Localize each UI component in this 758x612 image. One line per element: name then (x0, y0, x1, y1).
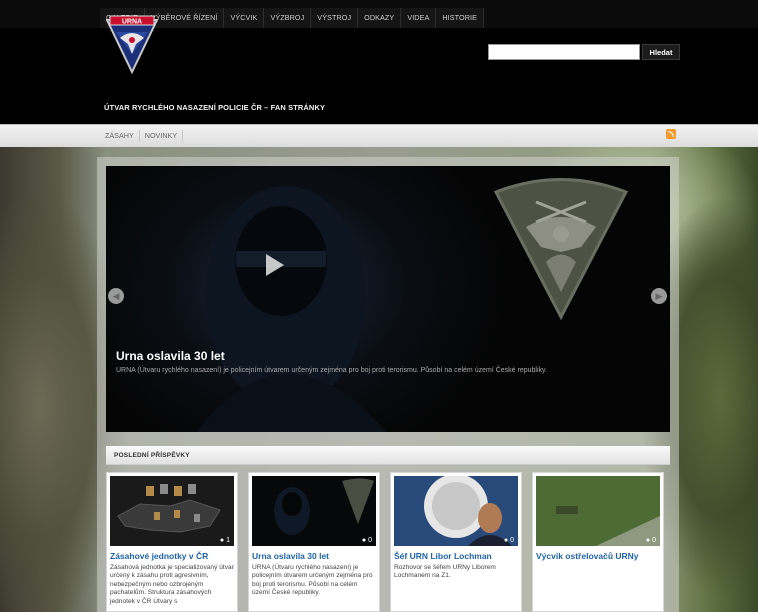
post-card[interactable]: ● 1 Zásahové jednotky v ČR Zásahová jedn… (106, 472, 238, 612)
slider-next-button[interactable]: ▶ (651, 288, 667, 304)
nav-zasahy[interactable]: ZÁSAHY (100, 130, 140, 142)
post-card[interactable]: ● 0 Šéf URN Libor Lochman Rozhovor se šé… (390, 472, 522, 612)
post-excerpt: Rozhovor se šéfem URNy Liborem Lochmanem… (394, 564, 496, 580)
map-thumbnail-image (117, 484, 221, 533)
post-card[interactable]: ● 0 Urna oslavila 30 let URNA (Útvaru ry… (248, 472, 380, 612)
secondary-navigation: ZÁSAHY NOVINKY (100, 130, 184, 142)
slide-title[interactable]: Urna oslavila 30 let (116, 349, 225, 363)
post-thumbnail[interactable]: ● 0 (536, 476, 660, 546)
search-input[interactable] (488, 44, 640, 60)
chevron-left-icon: ◀ (112, 291, 120, 301)
post-excerpt: URNA (Útvaru rychlého nasazení) je polic… (252, 564, 373, 597)
sniper-thumbnail-image (536, 476, 660, 546)
comment-count: ● 0 (503, 537, 514, 544)
post-card[interactable]: ● 0 Výcvik ostřelovačů URNy (532, 472, 664, 612)
post-thumbnail[interactable]: ● 1 (110, 476, 234, 546)
chevron-right-icon: ▶ (655, 291, 663, 301)
site-title[interactable]: ÚTVAR RYCHLÉHO NASAZENÍ POLICIE ČR – FAN… (104, 103, 325, 112)
rss-icon[interactable] (666, 129, 676, 139)
comment-count: ● 0 (361, 537, 372, 544)
play-icon[interactable] (266, 254, 284, 276)
post-title[interactable]: Šéf URN Libor Lochman (394, 551, 520, 561)
latest-posts-title: POSLEDNÍ PŘÍSPĚVKY (114, 452, 190, 459)
slide-excerpt: URNA (Útvaru rychlého nasazení) je polic… (116, 367, 547, 374)
comment-count: ● 1 (219, 537, 230, 544)
post-title[interactable]: Výcvik ostřelovačů URNy (536, 551, 662, 561)
portrait-thumbnail-image (424, 476, 512, 546)
urna-patch-icon (493, 178, 629, 321)
latest-posts-header: POSLEDNÍ PŘÍSPĚVKY (106, 446, 670, 465)
post-title[interactable]: Urna oslavila 30 let (252, 551, 378, 561)
logo-text: URNA (122, 19, 142, 26)
nav-novinky[interactable]: NOVINKY (140, 130, 184, 142)
post-title[interactable]: Zásahové jednotky v ČR (110, 551, 236, 561)
post-excerpt: Zásahová jednotka je specializovaný útva… (110, 564, 234, 605)
slider-thumbnail-image (274, 478, 374, 535)
post-thumbnail[interactable]: ● 0 (252, 476, 376, 546)
post-thumbnail[interactable]: ● 0 (394, 476, 518, 546)
search-button[interactable]: Hledat (642, 44, 680, 60)
comment-count: ● 0 (645, 537, 656, 544)
slider-prev-button[interactable]: ◀ (108, 288, 124, 304)
urna-logo-icon[interactable]: URNA (106, 14, 158, 74)
secondary-nav-bar: ZÁSAHY NOVINKY (0, 124, 758, 148)
